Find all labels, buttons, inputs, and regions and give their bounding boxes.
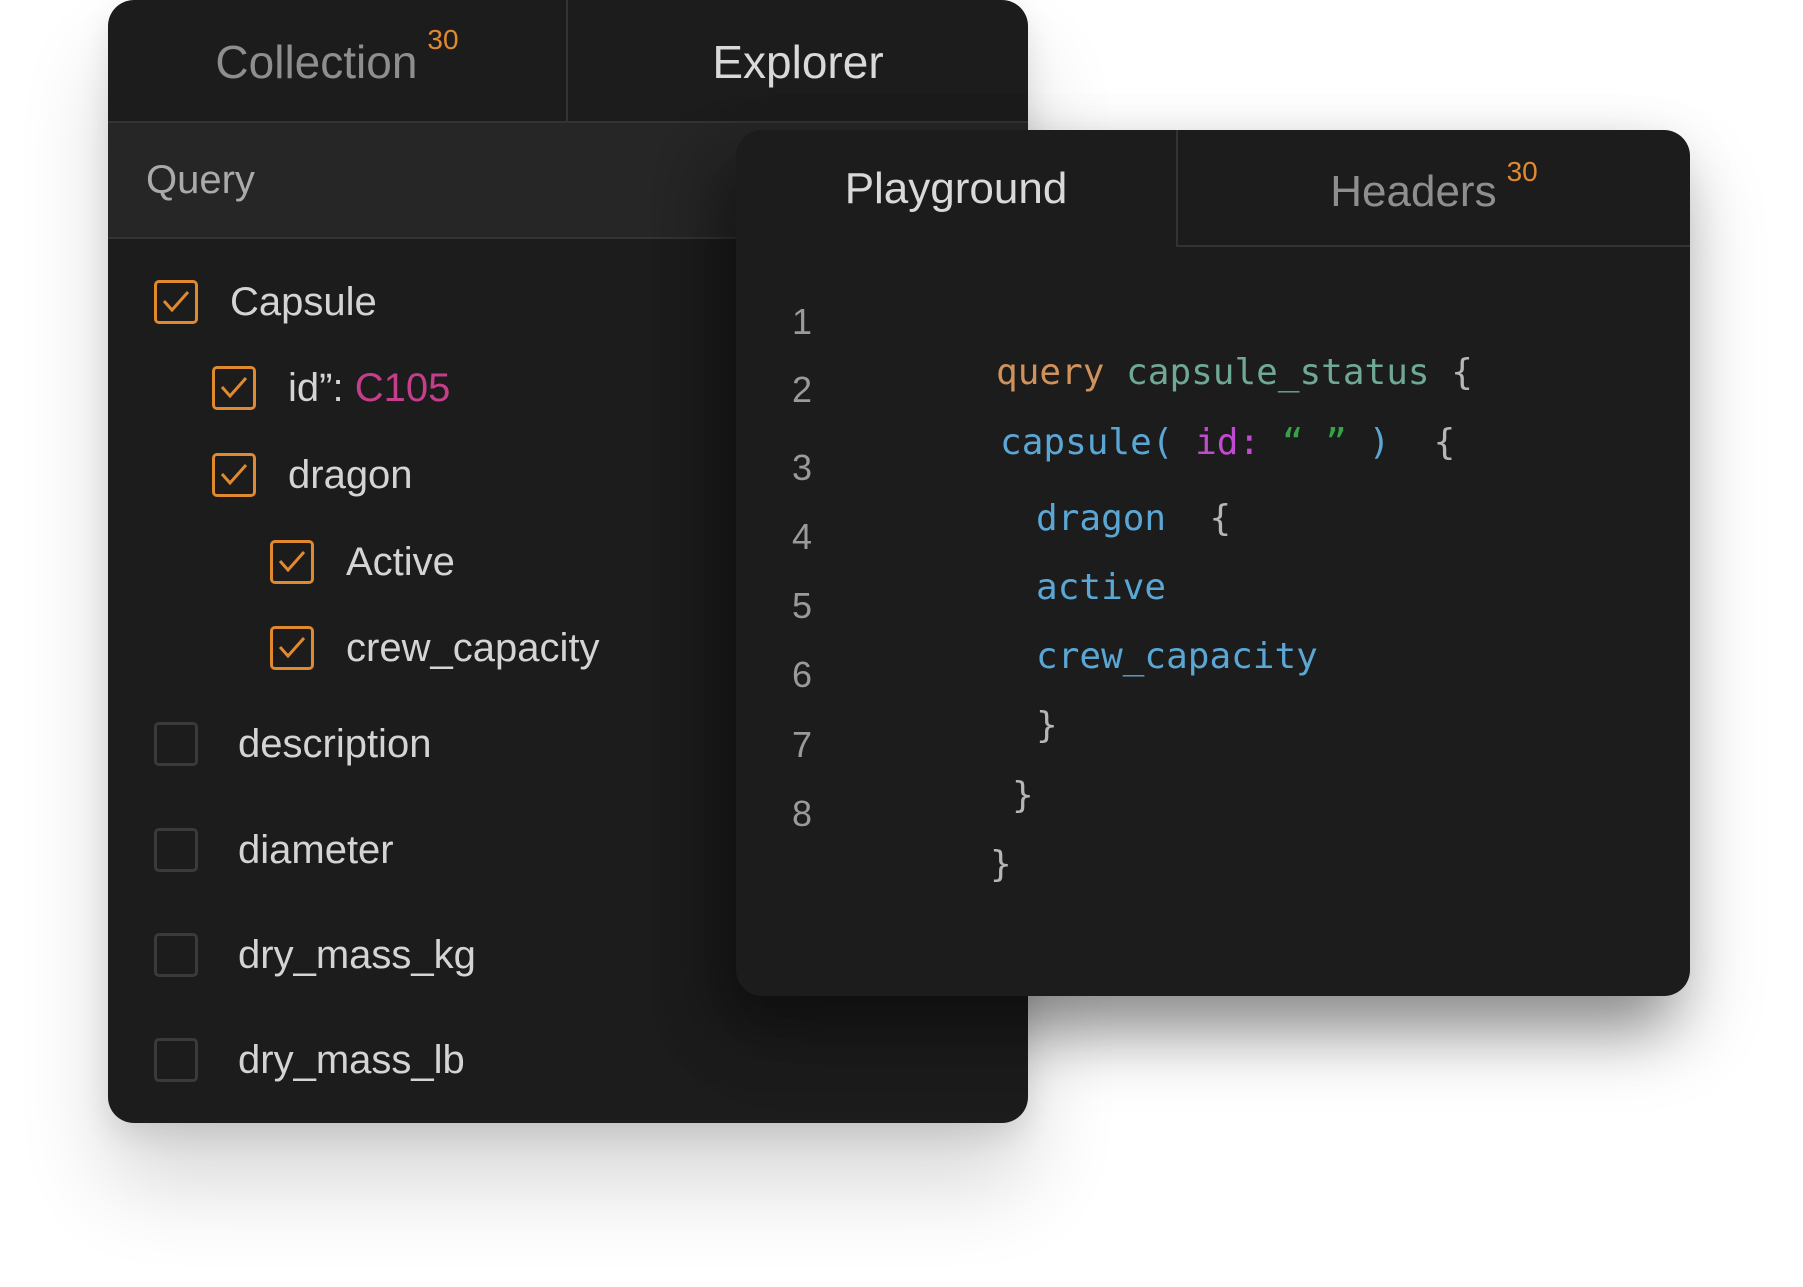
checkbox-checked-icon[interactable] [270, 540, 314, 584]
tree-item-description[interactable]: description [154, 714, 431, 774]
code-brace: } [1012, 775, 1034, 816]
tab-headers-label: Headers [1330, 166, 1497, 216]
tab-collection[interactable]: Collection 30 [108, 0, 568, 123]
line-number: 7 [792, 724, 813, 765]
code-field: crew_capacity [1036, 636, 1318, 677]
checkbox-empty-icon[interactable] [154, 722, 198, 766]
tree-item-label: dry_mass_lb [238, 1037, 465, 1082]
code-brace: { [1433, 422, 1456, 463]
tree-item-active[interactable]: Active [270, 532, 455, 592]
tree-item-crew-capacity[interactable]: crew_capacity [270, 618, 599, 678]
code-line-1[interactable]: query capsule_status { [866, 292, 1473, 393]
tree-item-capsule[interactable]: Capsule [154, 272, 377, 332]
tree-item-label: Active [346, 539, 455, 584]
tree-item-label: diameter [238, 827, 394, 872]
tree-item-diameter[interactable]: diameter [154, 820, 394, 880]
code-line-6[interactable]: } [906, 645, 1058, 746]
tree-item-dragon[interactable]: dragon [212, 445, 413, 505]
id-value: C105 [354, 365, 451, 410]
id-key: id”: [288, 365, 355, 410]
code-paren: ) [1368, 422, 1391, 463]
headers-count-badge: 30 [1506, 155, 1538, 187]
tree-item-label: id”: C105 [288, 366, 450, 411]
tree-item-label: crew_capacity [346, 625, 600, 670]
checkbox-empty-icon[interactable] [154, 933, 198, 977]
tab-playground[interactable]: Playground [736, 130, 1176, 247]
code-brace: } [990, 844, 1012, 885]
line-number: 6 [792, 654, 813, 695]
tree-item-label: dry_mass_kg [238, 932, 476, 977]
explorer-tabbar: Collection 30 Explorer [108, 0, 1028, 123]
checkbox-checked-icon[interactable] [270, 626, 314, 670]
checkbox-checked-icon[interactable] [212, 453, 256, 497]
checkbox-empty-icon[interactable] [154, 828, 198, 872]
collection-count-badge: 30 [427, 23, 459, 55]
code-string-close: ” [1325, 422, 1347, 463]
code-line-2[interactable]: capsule( id: “ ” ) { [870, 362, 1455, 463]
line-number: 4 [792, 516, 813, 557]
stage: Collection 30 Explorer Query Capsule id”… [0, 0, 1803, 1287]
tree-item-dry-mass-kg[interactable]: dry_mass_kg [154, 925, 476, 985]
code-line-4[interactable]: active [906, 507, 1166, 608]
checkbox-checked-icon[interactable] [212, 366, 256, 410]
tab-playground-label: Playground [844, 163, 1068, 213]
line-number: 5 [792, 585, 813, 626]
tab-collection-label: Collection [215, 35, 418, 88]
line-number: 2 [792, 369, 813, 410]
tree-item-id[interactable]: id”: C105 [212, 358, 450, 418]
code-brace: } [1036, 705, 1058, 746]
code-string-open: “ [1281, 422, 1304, 463]
tree-item-dry-mass-lb[interactable]: dry_mass_lb [154, 1030, 465, 1090]
code-line-3[interactable]: dragon { [906, 438, 1231, 539]
code-line-8[interactable]: } [860, 784, 1012, 885]
line-number: 3 [792, 447, 813, 488]
line-number: 8 [792, 793, 813, 834]
tree-item-label: Capsule [230, 279, 377, 324]
code-line-7[interactable]: } [882, 715, 1034, 816]
line-number: 1 [792, 301, 813, 342]
tree-item-label: dragon [288, 452, 413, 497]
tab-explorer-label: Explorer [712, 35, 884, 88]
tree-item-label: description [238, 721, 432, 766]
tab-explorer[interactable]: Explorer [568, 0, 1028, 123]
playground-panel: Playground Headers 30 1 2 3 4 5 6 7 8 qu… [736, 130, 1690, 996]
checkbox-empty-icon[interactable] [154, 1038, 198, 1082]
query-label: Query [146, 157, 255, 202]
code-brace: { [1209, 498, 1232, 539]
tab-headers[interactable]: Headers 30 [1176, 130, 1690, 247]
code-line-5[interactable]: crew_capacity [906, 576, 1318, 677]
checkbox-checked-icon[interactable] [154, 280, 198, 324]
